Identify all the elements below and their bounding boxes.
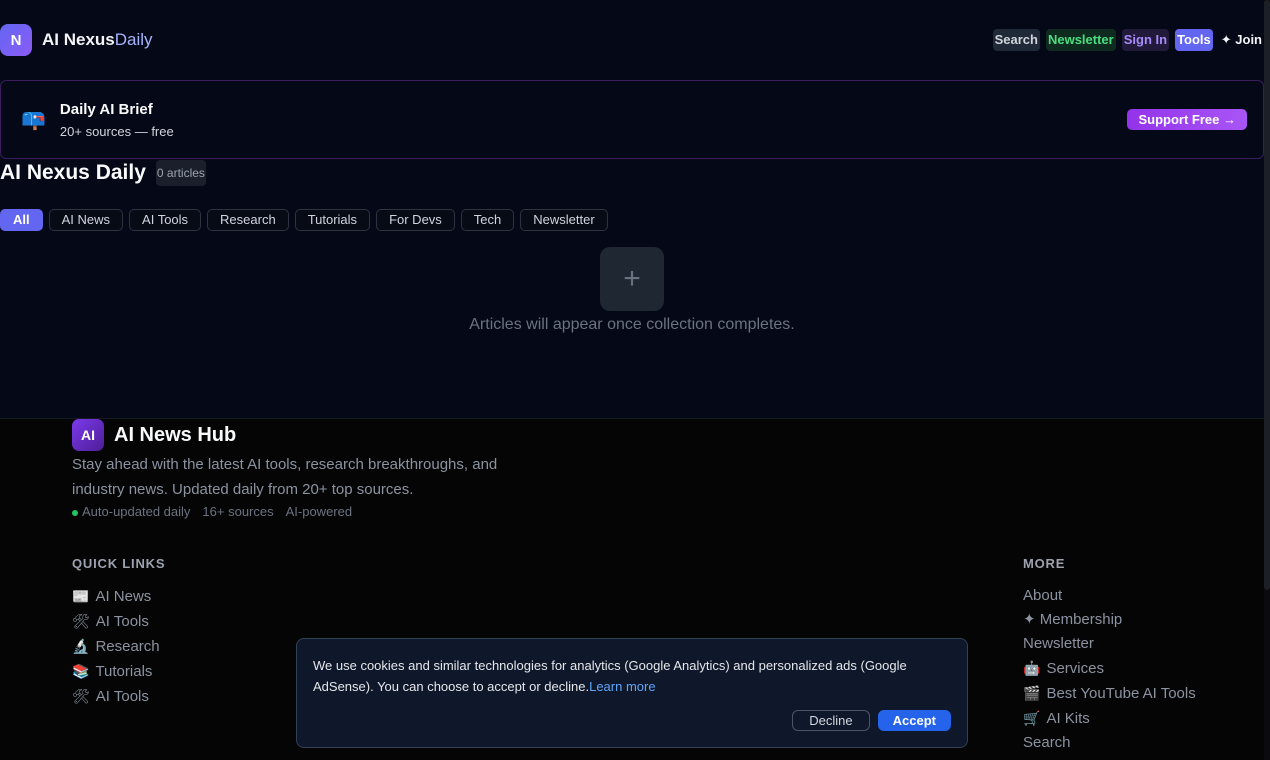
footer-link-label: AI News xyxy=(95,588,152,605)
more-heading: MORE xyxy=(1023,556,1066,571)
decline-button[interactable]: Decline xyxy=(792,710,870,731)
page-title: AI Nexus Daily xyxy=(0,161,146,184)
nav-newsletter-button[interactable]: Newsletter xyxy=(1045,29,1116,51)
link-emoji-icon: 🎬 xyxy=(1023,685,1041,701)
footer-link-membership[interactable]: ✦ Membership xyxy=(1023,611,1196,629)
category-tabs: All AI News AI Tools Research Tutorials For D… xyxy=(0,209,608,231)
nav-tools-button[interactable]: Tools xyxy=(1175,29,1213,51)
footer-link-research[interactable]: 🔬 Research xyxy=(72,637,160,656)
footer-link-label: Services xyxy=(1046,660,1104,677)
footer-link-tutorials[interactable]: 📚 Tutorials xyxy=(72,662,160,681)
footer-link-label: AI Tools xyxy=(95,613,149,630)
link-emoji-icon: 📚 xyxy=(72,663,90,679)
accept-button[interactable]: Accept xyxy=(877,710,951,731)
quick-links-heading: QUICK LINKS xyxy=(72,556,166,571)
footer-link-search[interactable]: Search xyxy=(1023,734,1196,752)
tab-newsletter[interactable]: Newsletter xyxy=(520,209,608,231)
footer-link-newsletter[interactable]: Newsletter xyxy=(1023,635,1196,653)
meta-ai-powered: AI-powered xyxy=(285,504,353,519)
footer-link-about[interactable]: About xyxy=(1023,587,1196,605)
tab-all[interactable]: All xyxy=(0,209,43,231)
cookie-actions: Decline Accept xyxy=(792,710,951,731)
nav-search-button[interactable]: Search xyxy=(992,29,1040,51)
top-nav: Search Newsletter Sign In Tools ✦ Join xyxy=(992,29,1270,51)
brief-info: 📪 Daily AI Brief 20+ sources — free xyxy=(21,101,174,139)
brand-name-accent: Daily xyxy=(114,30,153,49)
footer-link-label: AI Kits xyxy=(1046,710,1090,727)
daily-brief-banner: 📪 Daily AI Brief 20+ sources — free Supp… xyxy=(0,80,1264,159)
cookie-text: We use cookies and similar technologies … xyxy=(313,655,951,697)
mailbox-icon: 📪 xyxy=(21,109,46,131)
footer-link-label: About xyxy=(1023,587,1063,604)
brief-title: Daily AI Brief xyxy=(59,100,153,118)
empty-state-icon: + xyxy=(600,247,664,311)
scrollbar-thumb[interactable] xyxy=(1264,0,1270,590)
footer-link-ai-kits[interactable]: 🛒 AI Kits xyxy=(1023,709,1196,728)
cookie-consent-banner: We use cookies and similar technologies … xyxy=(296,638,968,748)
quick-links-list: 📰 AI News 🛠 AI Tools 🔬 Research 📚 Tutorials 🛠 AI … xyxy=(72,587,160,706)
footer-link-services[interactable]: 🤖 Services xyxy=(1023,659,1196,678)
meta-auto-updated: Auto-updated daily xyxy=(72,504,190,519)
site-header: N AI NexusDaily Search Newsletter Sign I… xyxy=(0,0,1270,80)
footer-link-label: Tutorials xyxy=(95,663,153,680)
meta-auto-updated-label: Auto-updated daily xyxy=(82,504,191,519)
support-free-button[interactable]: Support Free → xyxy=(1127,109,1247,130)
tab-for-devs[interactable]: For Devs xyxy=(376,209,455,231)
tab-research[interactable]: Research xyxy=(207,209,289,231)
nav-join-button[interactable]: ✦ Join xyxy=(1219,29,1264,51)
learn-more-link[interactable]: Learn more xyxy=(589,679,655,694)
tab-tutorials[interactable]: Tutorials xyxy=(294,209,371,231)
nav-signin-button[interactable]: Sign In xyxy=(1121,29,1170,51)
footer-link-ai-tools[interactable]: 🛠 AI Tools xyxy=(72,687,160,706)
link-emoji-icon: 🔬 xyxy=(72,638,90,654)
status-dot-icon xyxy=(72,509,78,516)
footer-logo: AI xyxy=(72,419,104,451)
footer-meta: Auto-updated daily 16+ sources AI-powere… xyxy=(72,504,352,519)
footer-description: Stay ahead with the latest AI tools, res… xyxy=(72,456,498,498)
link-emoji-icon: 🛠 xyxy=(72,613,90,629)
footer-link-label: Research xyxy=(95,638,160,655)
meta-sources: 16+ sources xyxy=(202,504,274,519)
footer-link-ai-tools[interactable]: 🛠 AI Tools xyxy=(72,612,160,631)
footer-link-label: AI Tools xyxy=(95,688,149,705)
page-scrollbar[interactable] xyxy=(1264,0,1270,760)
brand[interactable]: N AI NexusDaily xyxy=(0,24,153,56)
footer-link-label: Newsletter xyxy=(1023,635,1094,652)
link-emoji-icon: 🛠 xyxy=(72,688,90,704)
brief-subtitle: 20+ sources — free xyxy=(59,123,174,139)
footer-link-best-youtube-ai-tools[interactable]: 🎬 Best YouTube AI Tools xyxy=(1023,684,1196,703)
link-emoji-icon: 🛒 xyxy=(1023,710,1041,726)
footer-link-ai-news[interactable]: 📰 AI News xyxy=(72,587,160,606)
link-emoji-icon: 📰 xyxy=(72,588,90,604)
tab-ai-tools[interactable]: AI Tools xyxy=(129,209,202,231)
brand-name-main: AI Nexus xyxy=(42,30,115,49)
link-emoji-icon: 🤖 xyxy=(1023,660,1041,676)
empty-state-text: Articles will appear once collection com… xyxy=(469,316,795,333)
footer-link-label: Search xyxy=(1023,734,1071,751)
article-count-badge: 0 articles xyxy=(155,160,206,186)
footer-brand-name: AI News Hub xyxy=(114,423,237,446)
tab-tech[interactable]: Tech xyxy=(460,209,515,231)
brief-text: Daily AI Brief 20+ sources — free xyxy=(60,101,174,139)
more-links-list: About ✦ Membership Newsletter 🤖 Services 🎬 Bes… xyxy=(1023,587,1196,760)
footer-link-label: Best YouTube AI Tools xyxy=(1046,685,1196,702)
brand-name: AI NexusDaily xyxy=(42,30,153,50)
tab-ai-news[interactable]: AI News xyxy=(48,209,124,231)
footer-link-label: ✦ Membership xyxy=(1023,611,1123,628)
footer-brand[interactable]: AI AI News Hub xyxy=(72,419,236,451)
brand-logo: N xyxy=(0,24,32,56)
page-title-row: AI Nexus Daily 0 articles xyxy=(0,160,206,186)
